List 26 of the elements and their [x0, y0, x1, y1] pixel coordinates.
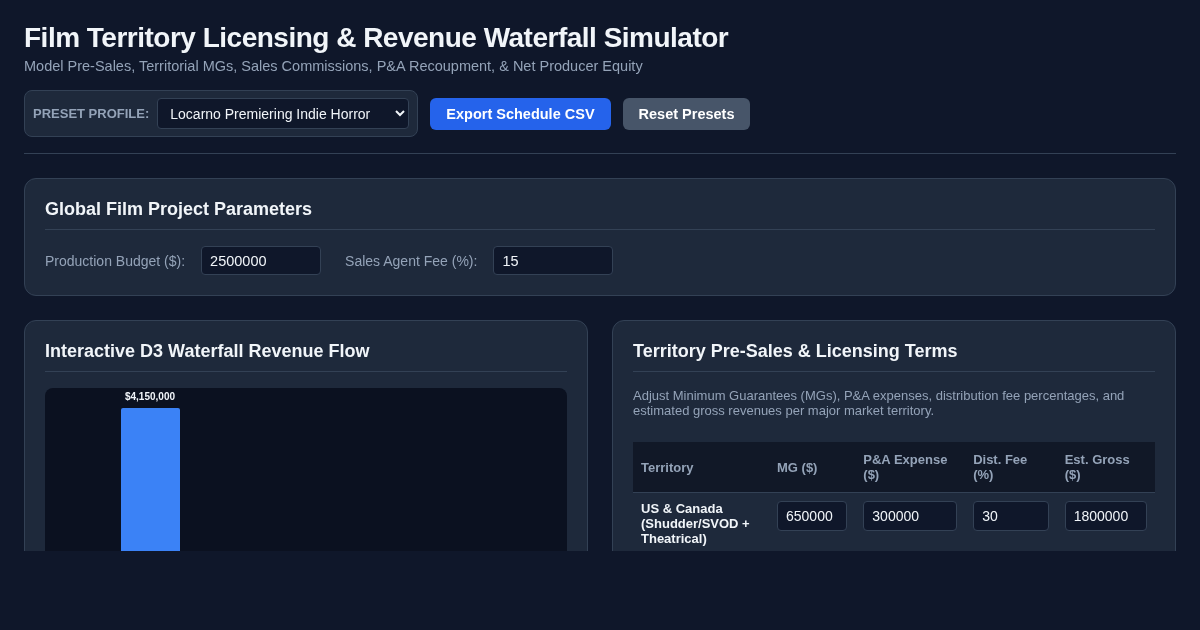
- column-header: MG ($): [769, 442, 856, 493]
- toolbar-button[interactable]: Export Schedule CSV: [430, 97, 611, 130]
- table-input[interactable]: 650000: [777, 501, 848, 531]
- page-title: Film Territory Licensing & Revenue Waterfall Simulator: [24, 22, 730, 54]
- column-header: P&A Expense ($): [855, 442, 966, 493]
- page-subtitle: Model Pre-Sales, Territorial MGs, Sales Commissions, P&A Recoupment, & Net Producer Equity: [24, 58, 644, 74]
- input-field[interactable]: 15: [493, 246, 614, 275]
- column-header: Est. Gross ($): [1056, 442, 1155, 493]
- table-input[interactable]: 300000: [863, 501, 958, 531]
- card-description: Adjust Minimum Guarantees (MGs), P&A expenses, distribution fee percentages, and estimated gross revenues per major market territory.: [633, 388, 1126, 418]
- bar-label: $4,150,000: [124, 391, 176, 402]
- field-label: Production Budget ($):: [45, 252, 186, 269]
- toolbar-button[interactable]: Reset Presets: [622, 97, 751, 130]
- card-title: Global Film Project Parameters: [45, 199, 1155, 230]
- territory-cell: US & Canada (Shudder/SVOD + Theatrical): [633, 492, 769, 551]
- table-input[interactable]: 1800000: [1064, 501, 1147, 531]
- column-header: Territory: [633, 442, 769, 493]
- table-input[interactable]: 30: [973, 501, 1049, 531]
- revenue-bar[interactable]: [121, 408, 180, 551]
- preset-label: PRESET PROFILE:: [33, 106, 150, 121]
- preset-select[interactable]: Locarno Premiering Indie Horror: [157, 98, 410, 129]
- field-label: Sales Agent Fee (%):: [345, 252, 478, 269]
- input-field[interactable]: 2500000: [201, 246, 322, 275]
- card-title: Interactive D3 Waterfall Revenue Flow: [45, 341, 567, 372]
- card-title: Territory Pre-Sales & Licensing Terms: [633, 341, 1155, 372]
- column-header: Dist. Fee (%): [965, 442, 1057, 493]
